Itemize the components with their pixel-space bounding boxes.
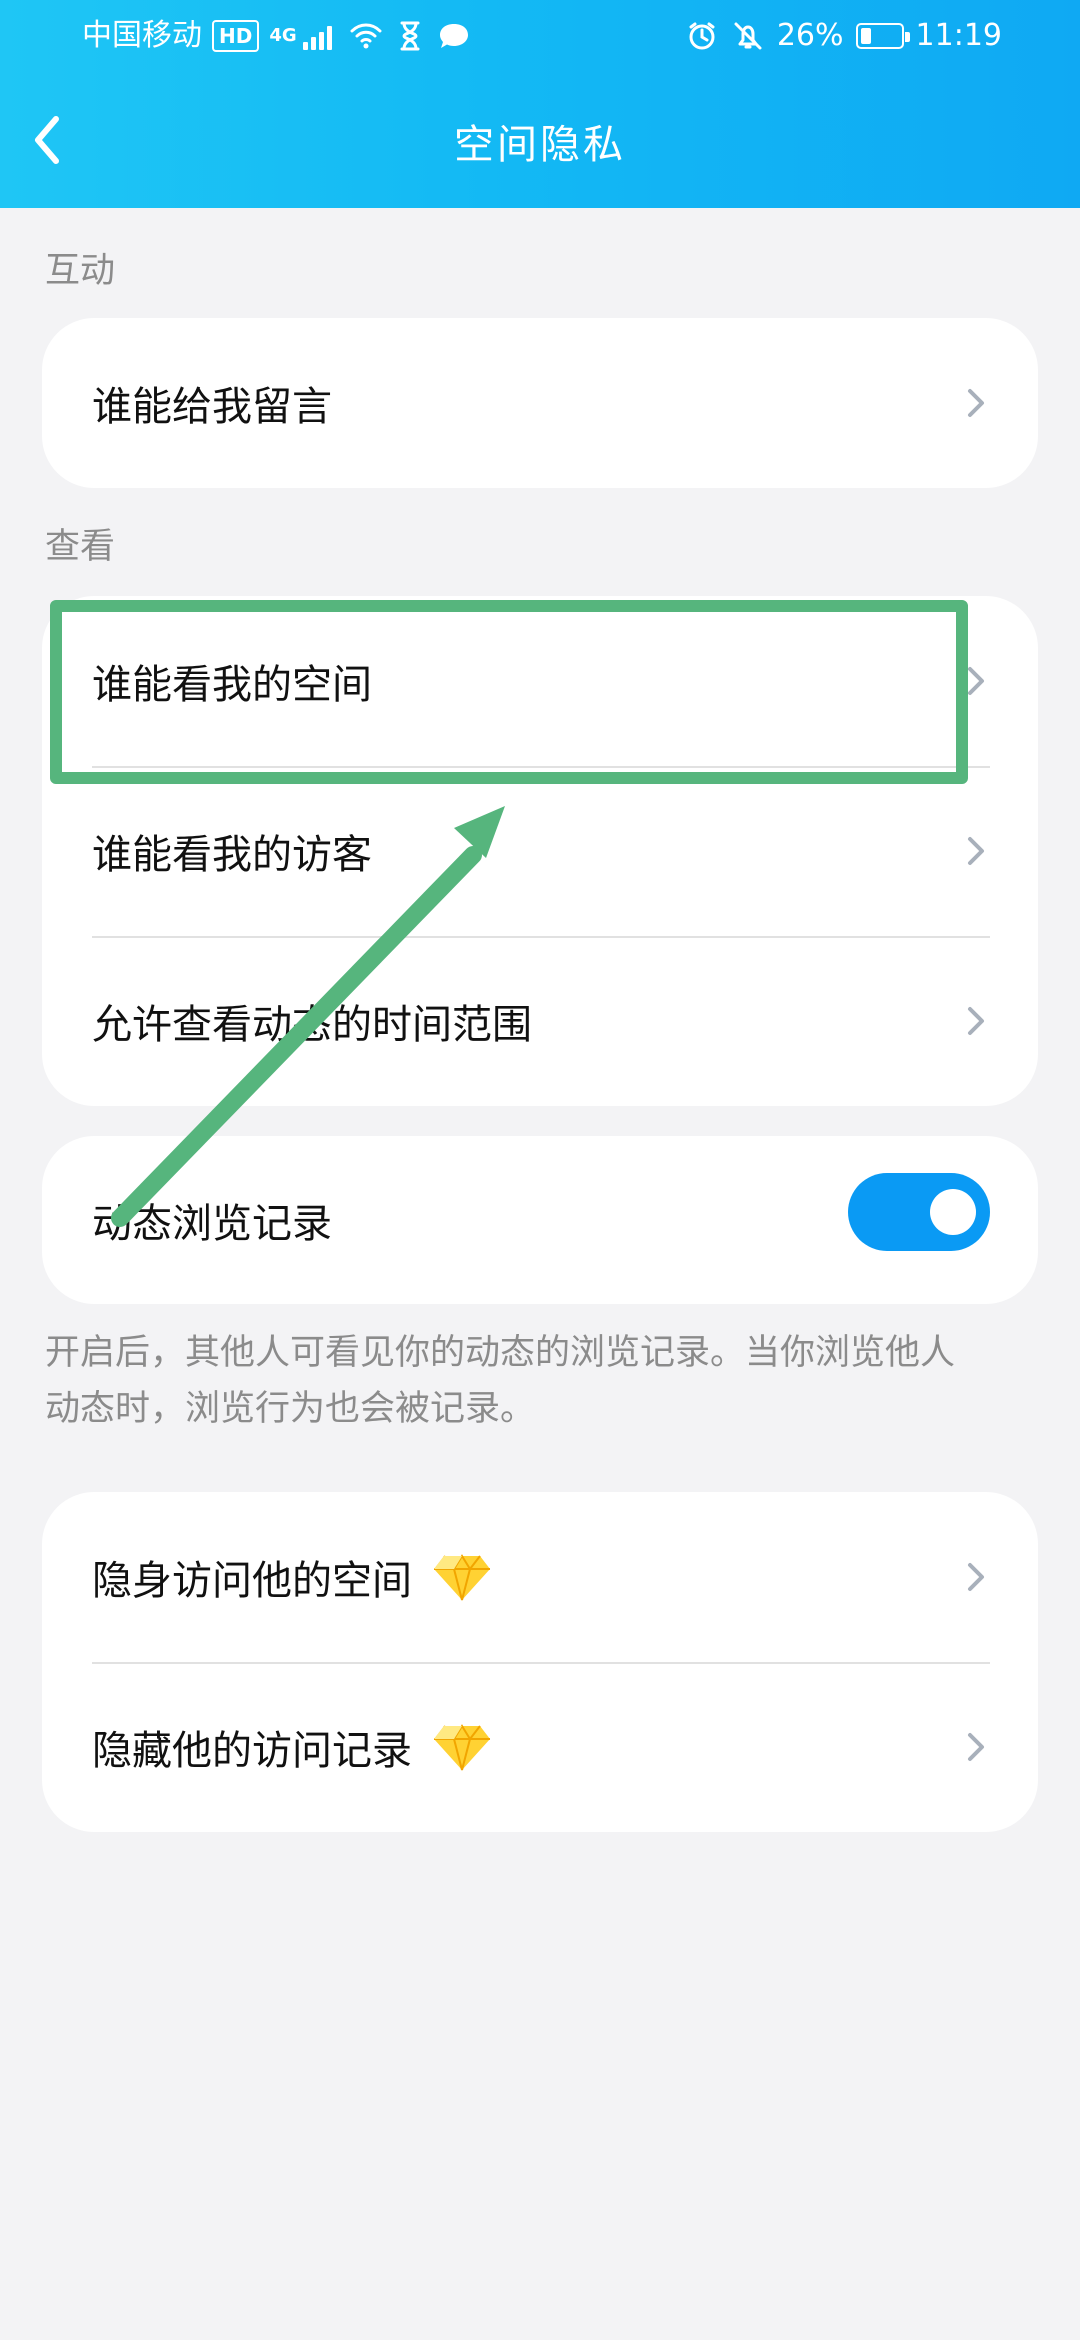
hourglass-icon: [400, 21, 420, 51]
vip-privacy-card: 隐身访问他的空间 隐藏他的访问记录: [42, 1492, 1038, 1832]
battery-fill: [860, 28, 871, 44]
chevron-right-icon: [968, 389, 984, 417]
moment-time-range-row[interactable]: 允许查看动态的时间范围: [42, 936, 1038, 1106]
status-time: 11:19: [915, 18, 1002, 53]
wifi-icon: [350, 23, 382, 49]
network-type: 4G: [269, 25, 297, 46]
section-label-view: 查看: [45, 527, 116, 567]
alarm-icon: [689, 22, 715, 50]
chevron-right-icon: [968, 1007, 984, 1035]
row-label: 允许查看动态的时间范围: [92, 1002, 532, 1048]
section-label-interaction: 互动: [45, 251, 116, 291]
mute-icon: [734, 22, 762, 50]
browse-record-row: 动态浏览记录: [42, 1136, 1038, 1304]
diamond-icon: [434, 1724, 490, 1771]
row-label: 谁能给我留言: [92, 384, 332, 430]
battery-percent: 26%: [776, 18, 844, 53]
status-right: 26% 11:19: [685, 0, 1002, 72]
browse-record-note: 开启后，其他人可看见你的动态的浏览记录。当你浏览他人动态时，浏览行为也会被记录。: [45, 1333, 956, 1429]
diamond-icon: [434, 1554, 490, 1601]
message-icon: [439, 24, 468, 48]
hd-badge: HD: [212, 20, 260, 52]
status-left: 中国移动 HD 4G: [82, 0, 471, 72]
status-bar: 中国移动 HD 4G 26% 11:19: [0, 0, 1080, 72]
signal-icon: [302, 22, 339, 50]
row-label: 隐身访问他的空间: [92, 1558, 412, 1604]
carrier-text: 中国移动: [82, 18, 202, 53]
row-label: 隐藏他的访问记录: [92, 1728, 412, 1774]
row-label: 谁能看我的空间: [92, 662, 372, 708]
battery-icon: [855, 23, 910, 49]
browse-record-toggle[interactable]: [848, 1173, 990, 1251]
row-label: 谁能看我的访客: [92, 832, 372, 878]
interaction-card: 谁能给我留言: [42, 318, 1038, 488]
top-header: 中国移动 HD 4G 26% 11:19 空间隐私: [0, 0, 1080, 208]
who-can-message-row[interactable]: 谁能给我留言: [42, 318, 1038, 488]
who-can-view-space-row[interactable]: 谁能看我的空间: [42, 596, 1038, 766]
stealth-visit-row[interactable]: 隐身访问他的空间: [42, 1492, 1038, 1662]
row-label: 动态浏览记录: [92, 1201, 332, 1247]
toggle-knob: [930, 1189, 976, 1235]
page-title: 空间隐私: [454, 122, 626, 168]
chevron-right-icon: [968, 667, 984, 695]
view-settings-card: 谁能看我的空间 谁能看我的访客 允许查看动态的时间范围: [42, 596, 1038, 1106]
chevron-right-icon: [968, 1563, 984, 1591]
chevron-right-icon: [968, 1733, 984, 1761]
chevron-right-icon: [968, 837, 984, 865]
hide-visit-record-row[interactable]: 隐藏他的访问记录: [42, 1662, 1038, 1832]
who-can-view-visitors-row[interactable]: 谁能看我的访客: [42, 766, 1038, 936]
browse-record-card: 动态浏览记录: [42, 1136, 1038, 1304]
